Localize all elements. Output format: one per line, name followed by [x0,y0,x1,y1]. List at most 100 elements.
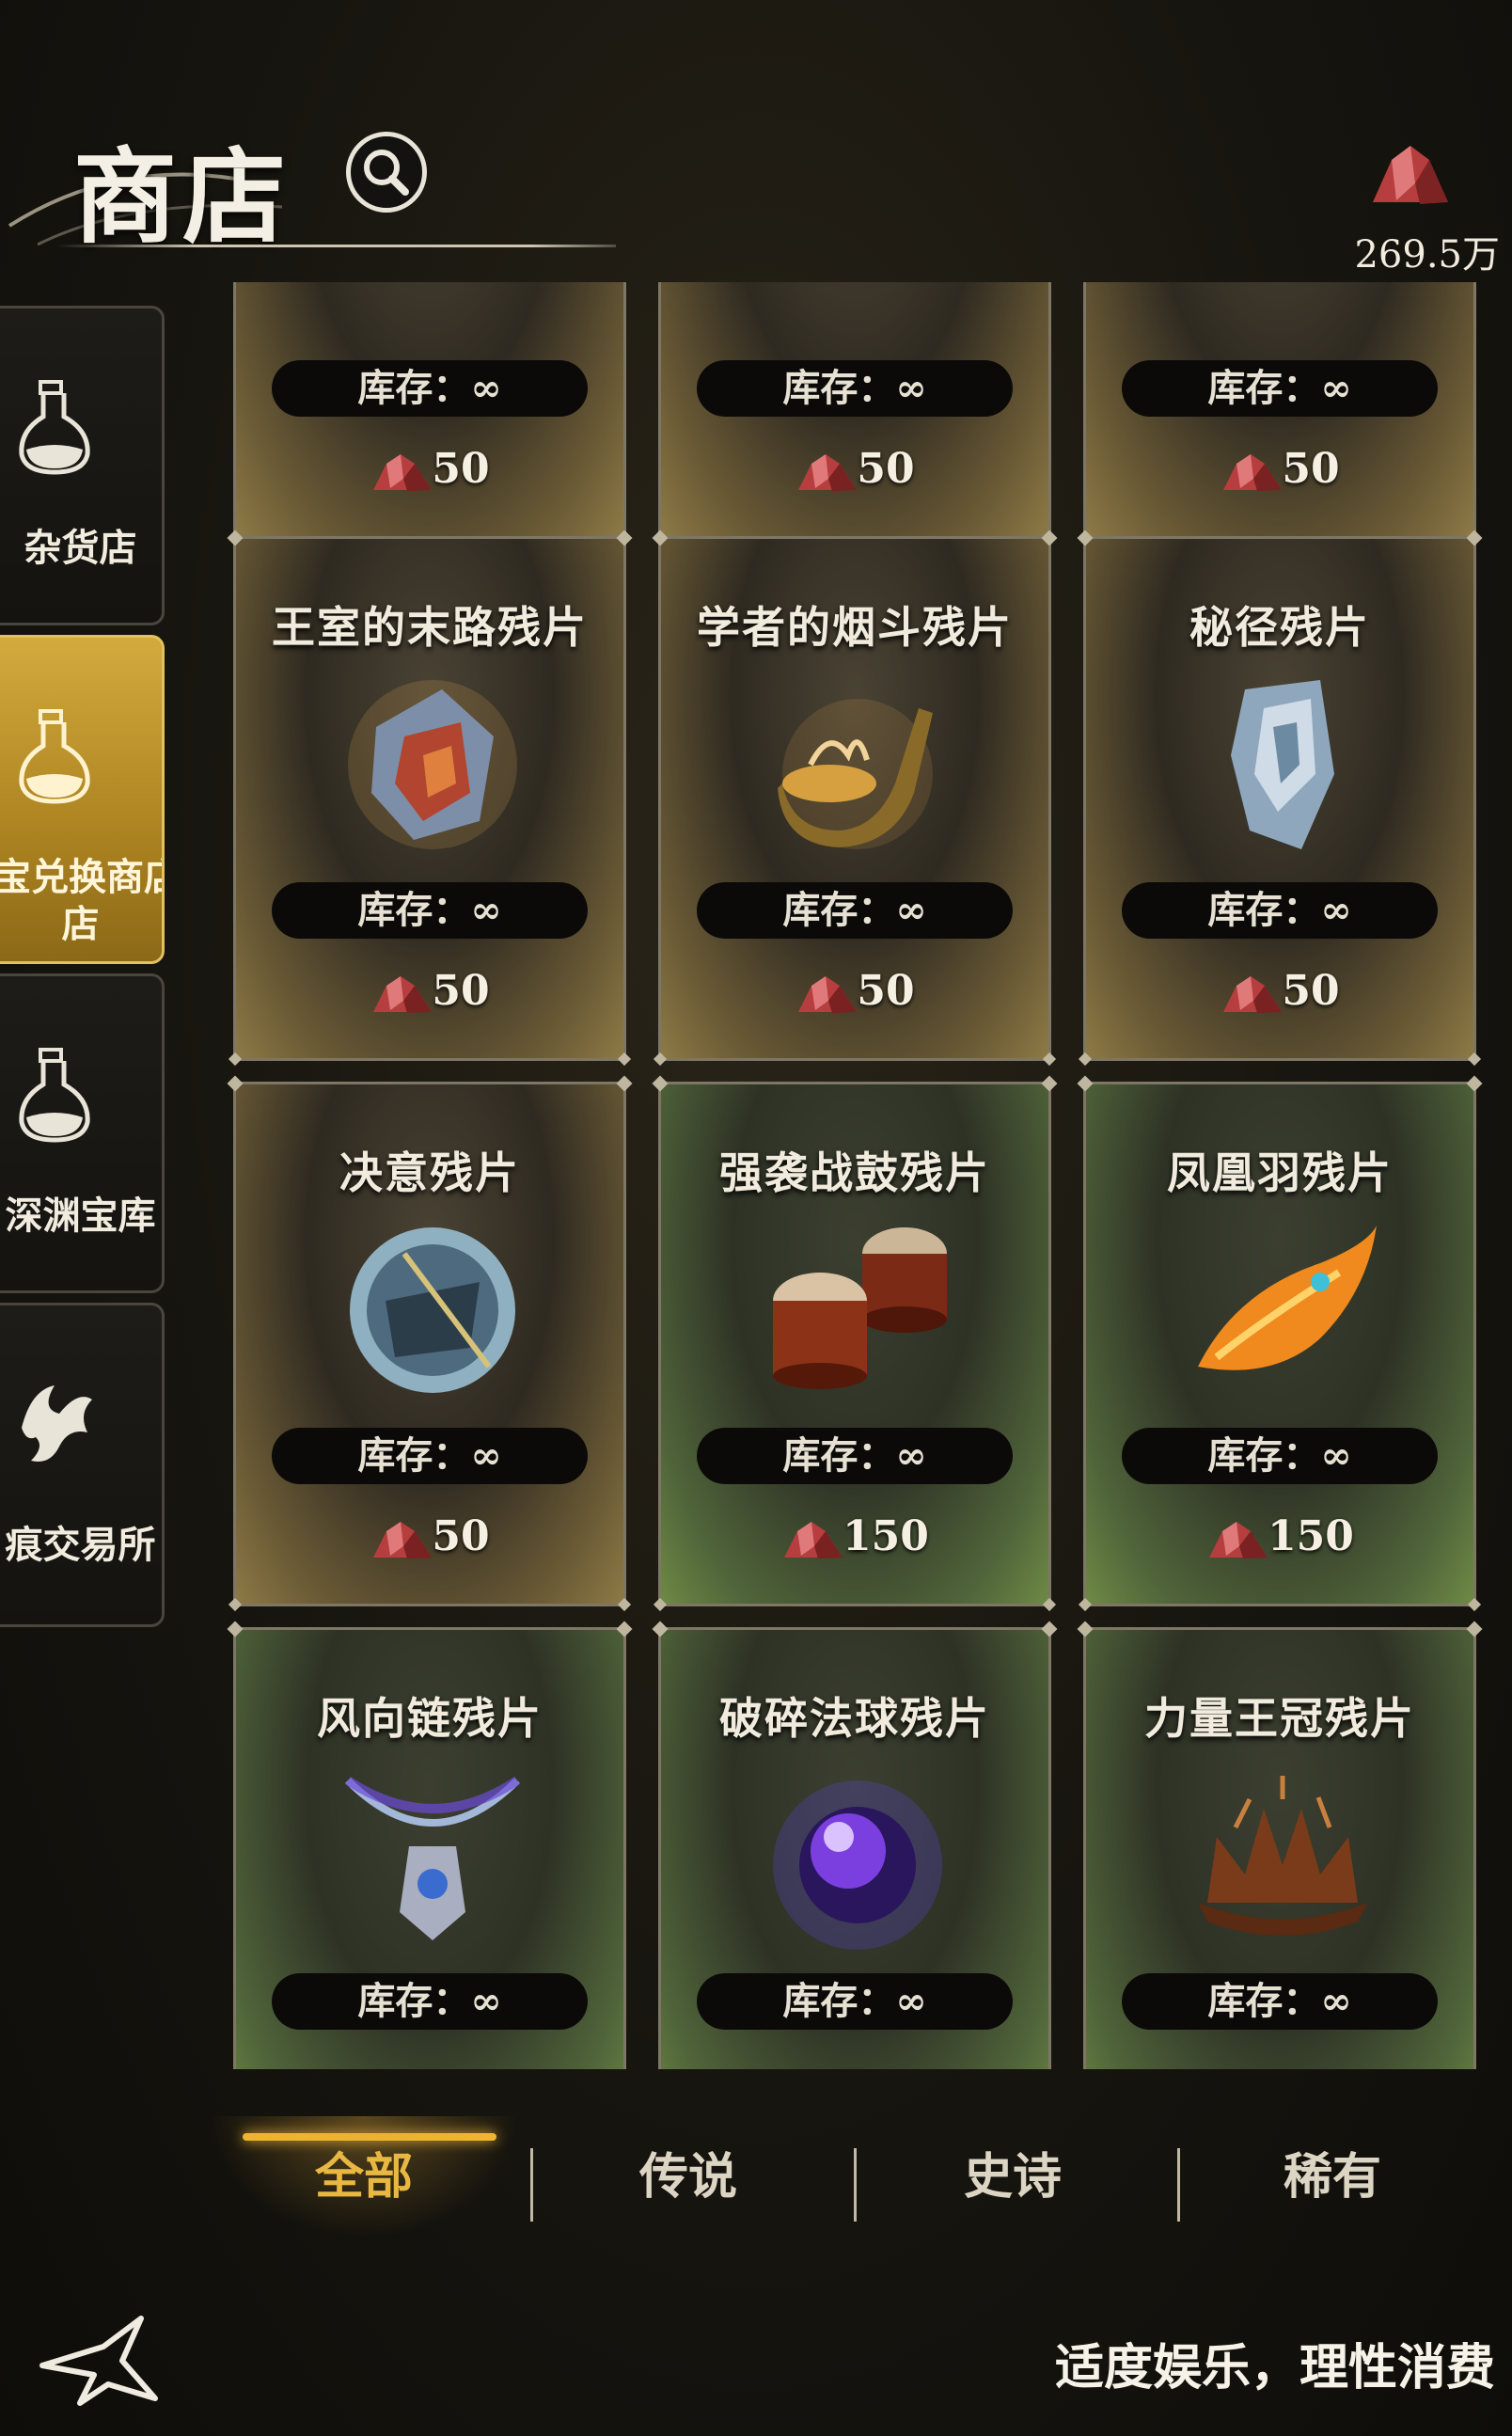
price-value: 50 [432,1512,490,1560]
item-name: 风向链残片 [317,1693,543,1744]
title-underline [56,245,616,247]
currency-amount: 269.5万 [1354,233,1500,277]
item-price: 150 [661,1512,1048,1560]
item-name: 力量王冠残片 [1144,1693,1415,1744]
item-name: 凤凰羽残片 [1167,1147,1393,1198]
price-value: 50 [857,967,915,1015]
crimson-gem-icon [1223,454,1283,491]
card-corner [617,1052,632,1067]
stock-indicator: 库存：∞ [697,360,1013,417]
shop-item-card[interactable]: 库存：∞ 50 [228,282,632,545]
card-corner [1042,1597,1057,1612]
sidebar-item-treasure-exchange[interactable]: 宝兑换商店 店 [0,635,165,964]
card-corner [1042,1052,1057,1067]
stock-indicator: 库存：∞ [1122,882,1438,939]
sidebar-item-label: 宝兑换商店 [0,855,162,899]
crimson-gem-icon [784,1522,843,1558]
shop-item-card[interactable]: 决意残片库存：∞ 50 [228,1082,632,1612]
card-corner [228,1597,243,1612]
resolve-shard-icon [350,1227,515,1393]
stock-indicator: 库存：∞ [272,1428,588,1484]
stock-indicator: 库存：∞ [697,1973,1013,2030]
shop-item-card[interactable]: 秘径残片库存：∞ 50 [1078,536,1482,1067]
item-price: 50 [236,1512,623,1560]
sidebar-item-label: 痕交易所 [5,1523,156,1567]
orb-icon [773,1780,942,1950]
sidebar-item-label-line2: 店 [61,902,100,946]
card-corner [1467,1597,1482,1612]
shop-item-card[interactable]: 王室的末路残片库存：∞ 50 [228,536,632,1067]
stock-indicator: 库存：∞ [1122,360,1438,417]
war-drum-icon [773,1227,947,1389]
shop-item-card[interactable]: 学者的烟斗残片库存：∞ 50 [653,536,1057,1067]
tab-epic[interactable]: 史诗 [858,2116,1168,2238]
crimson-gem-icon [1223,976,1283,1013]
crimson-gem-icon [373,1522,433,1558]
item-price: 150 [1086,1512,1473,1560]
healthy-gaming-notice: 适度娱乐，理性消费 [1054,2339,1495,2396]
potion-flask-icon [19,1048,90,1143]
item-name: 破碎法球残片 [719,1693,990,1744]
card-corner [653,1052,668,1067]
stock-indicator: 库存：∞ [697,1428,1013,1484]
stock-indicator: 库存：∞ [272,1973,588,2030]
crimson-gem-icon [1209,1522,1268,1558]
item-price: 50 [1086,445,1473,493]
item-name: 王室的末路残片 [272,602,588,653]
item-price: 50 [661,445,1048,493]
crown-icon [1198,1776,1367,1936]
price-value: 50 [857,445,915,493]
shop-item-card[interactable]: 强袭战鼓残片 库存：∞ 150 [653,1082,1057,1612]
game-logo-icon [39,2316,158,2406]
shop-item-card[interactable]: 库存：∞ 50 [653,282,1057,545]
shop-item-card[interactable]: 破碎法球残片库存：∞ [658,1627,1051,2069]
page-title: 商店 [73,136,291,258]
item-name: 秘径残片 [1189,602,1370,653]
search-icon [364,150,409,196]
shop-item-card[interactable]: 风向链残片库存：∞ [233,1627,626,2069]
sidebar-item-label: 杂货店 [24,526,137,570]
crimson-gem-icon [798,454,858,491]
item-price: 50 [236,967,623,1015]
dragon-emblem-icon [22,1385,92,1462]
crimson-gem-icon [798,976,858,1013]
stock-indicator: 库存：∞ [1122,1428,1438,1484]
price-value: 50 [432,967,490,1015]
amulet-icon [345,1776,520,1940]
item-price: 50 [236,445,623,493]
tab-all[interactable]: 全部 [209,2116,519,2238]
search-button[interactable] [346,132,427,213]
price-value: 50 [432,445,490,493]
crimson-gem-icon [373,454,433,491]
sidebar-item-trading-post[interactable]: 痕交易所 [0,1303,165,1627]
item-name: 学者的烟斗残片 [697,602,1013,653]
pipe-icon [778,699,933,849]
shop-item-card[interactable]: 库存：∞ 50 [1078,282,1482,545]
potion-flask-icon [19,380,90,475]
sidebar-item-general-store[interactable]: 杂货店 [0,306,165,625]
crimson-gem-icon [1373,146,1448,204]
shop-item-card[interactable]: 力量王冠残片 库存：∞ [1083,1627,1476,2069]
tab-rare[interactable]: 稀有 [1177,2116,1488,2238]
item-name: 决意残片 [339,1147,520,1198]
price-value: 50 [1282,967,1340,1015]
tab-legendary[interactable]: 传说 [533,2116,843,2238]
stock-indicator: 库存：∞ [697,882,1013,939]
card-corner [1467,1052,1482,1067]
phoenix-feather-icon [1198,1226,1377,1370]
potion-flask-icon [19,709,90,804]
item-price: 50 [661,967,1048,1015]
crimson-gem-icon [373,976,433,1013]
sidebar-item-abyss-vault[interactable]: 深渊宝库 [0,973,165,1293]
sidebar-item-label: 深渊宝库 [5,1194,156,1238]
card-corner [653,1597,668,1612]
rarity-tab-bar: 全部 传说 史诗 稀有 [209,2116,1488,2238]
stock-indicator: 库存：∞ [272,360,588,417]
card-corner [617,1597,632,1612]
stock-indicator: 库存：∞ [272,882,588,939]
card-corner [1078,1052,1093,1067]
royal-shard-icon [348,680,517,849]
item-grid: 库存：∞ 50 库存：∞ 50 库存：∞ 50 王室的末路残片 库存：∞ 50 学者的烟斗残片 库存… [226,282,1486,2069]
shop-item-card[interactable]: 凤凰羽残片库存：∞ 150 [1078,1082,1482,1612]
card-corner [228,1052,243,1067]
